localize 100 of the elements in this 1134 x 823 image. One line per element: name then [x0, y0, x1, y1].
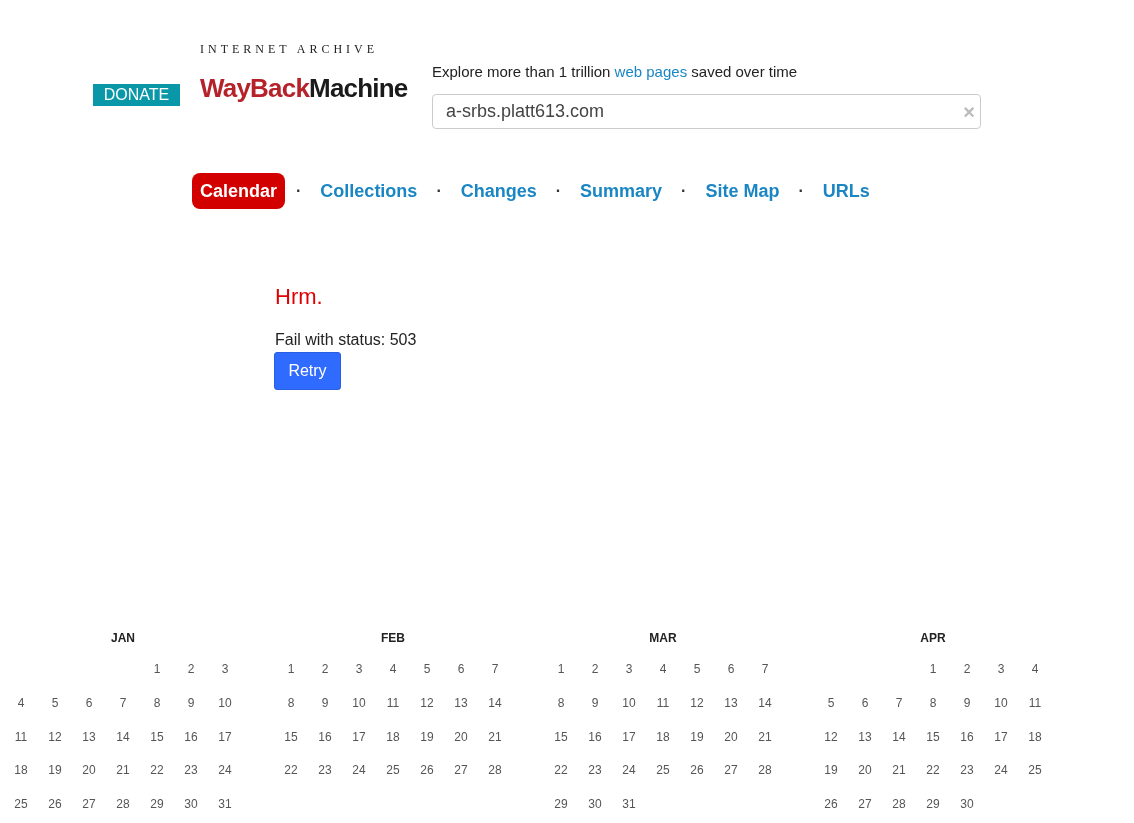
calendar-day[interactable]: 14	[758, 695, 772, 730]
calendar-day[interactable]: 3	[997, 662, 1005, 696]
calendar-day[interactable]: 18	[1028, 729, 1042, 764]
calendar-day[interactable]: 15	[554, 729, 568, 764]
calendar-day[interactable]: 14	[892, 729, 906, 764]
calendar-day[interactable]: 19	[48, 763, 62, 798]
calendar-day[interactable]: 9	[321, 695, 329, 730]
calendar-day[interactable]: 30	[588, 797, 602, 823]
calendar-day[interactable]: 26	[48, 797, 62, 823]
calendar-day[interactable]: 25	[386, 763, 400, 798]
nav-tab[interactable]: Calendar	[192, 173, 286, 209]
calendar-day[interactable]: 27	[82, 797, 96, 823]
calendar-day[interactable]: 10	[352, 695, 366, 730]
calendar-day[interactable]: 10	[622, 695, 636, 730]
calendar-day[interactable]: 16	[960, 729, 974, 764]
nav-tab[interactable]: URLs	[814, 173, 878, 209]
calendar-day[interactable]: 8	[929, 695, 937, 730]
calendar-day[interactable]: 12	[690, 695, 704, 730]
calendar-day[interactable]: 5	[827, 695, 835, 730]
calendar-day[interactable]: 2	[187, 662, 195, 696]
calendar-day[interactable]: 7	[491, 662, 499, 696]
calendar-day[interactable]: 10	[218, 695, 232, 730]
nav-tab[interactable]: Changes	[452, 173, 545, 209]
calendar-day[interactable]: 21	[116, 763, 130, 798]
calendar-day[interactable]: 6	[727, 662, 735, 696]
calendar-day[interactable]: 3	[221, 662, 229, 696]
calendar-day[interactable]: 22	[284, 763, 298, 798]
calendar-day[interactable]: 1	[929, 662, 937, 696]
calendar-day[interactable]: 25	[656, 763, 670, 798]
calendar-day[interactable]: 15	[150, 729, 164, 764]
calendar-day[interactable]: 15	[284, 729, 298, 764]
calendar-day[interactable]: 22	[554, 763, 568, 798]
calendar-day[interactable]: 17	[352, 729, 366, 764]
calendar-day[interactable]: 20	[858, 763, 872, 798]
calendar-day[interactable]: 11	[1028, 695, 1042, 730]
calendar-day[interactable]: 5	[51, 695, 59, 730]
calendar-day[interactable]: 23	[184, 763, 198, 798]
calendar-day[interactable]: 6	[457, 662, 465, 696]
calendar-day[interactable]: 26	[824, 797, 838, 823]
calendar-day[interactable]: 4	[659, 662, 667, 696]
calendar-day[interactable]: 28	[892, 797, 906, 823]
calendar-day[interactable]: 29	[926, 797, 940, 823]
calendar-day[interactable]: 4	[389, 662, 397, 696]
wayback-logo[interactable]: INTERNET ARCHIVE WayBackMachine	[200, 42, 410, 118]
calendar-day[interactable]: 7	[119, 695, 127, 730]
calendar-day[interactable]: 1	[287, 662, 295, 696]
calendar-day[interactable]: 29	[554, 797, 568, 823]
calendar-day[interactable]: 3	[355, 662, 363, 696]
calendar-day[interactable]: 28	[758, 763, 772, 798]
calendar-day[interactable]: 19	[690, 729, 704, 764]
calendar-day[interactable]: 27	[454, 763, 468, 798]
calendar-day[interactable]: 8	[153, 695, 161, 730]
calendar-day[interactable]: 11	[14, 729, 28, 764]
calendar-day[interactable]: 2	[591, 662, 599, 696]
calendar-day[interactable]: 27	[858, 797, 872, 823]
calendar-day[interactable]: 14	[488, 695, 502, 730]
calendar-day[interactable]: 6	[861, 695, 869, 730]
calendar-day[interactable]: 18	[656, 729, 670, 764]
calendar-day[interactable]: 27	[724, 763, 738, 798]
calendar-day[interactable]: 25	[1028, 763, 1042, 798]
nav-tab[interactable]: Site Map	[697, 173, 788, 209]
calendar-day[interactable]: 13	[724, 695, 738, 730]
calendar-day[interactable]: 17	[994, 729, 1008, 764]
calendar-day[interactable]: 3	[625, 662, 633, 696]
calendar-day[interactable]: 26	[690, 763, 704, 798]
calendar-day[interactable]: 1	[153, 662, 161, 696]
retry-button[interactable]: Retry	[274, 352, 341, 390]
calendar-day[interactable]: 9	[187, 695, 195, 730]
calendar-day[interactable]: 23	[588, 763, 602, 798]
calendar-day[interactable]: 7	[761, 662, 769, 696]
search-field[interactable]: a-srbs.platt613.com ×	[432, 94, 981, 129]
calendar-day[interactable]: 19	[824, 763, 838, 798]
calendar-day[interactable]: 12	[824, 729, 838, 764]
calendar-day[interactable]: 11	[656, 695, 670, 730]
calendar-day[interactable]: 30	[184, 797, 198, 823]
calendar-day[interactable]: 22	[926, 763, 940, 798]
calendar-day[interactable]: 4	[1031, 662, 1039, 696]
calendar-day[interactable]: 24	[994, 763, 1008, 798]
web-pages-link[interactable]: web pages	[614, 63, 688, 80]
calendar-day[interactable]: 23	[318, 763, 332, 798]
calendar-day[interactable]: 22	[150, 763, 164, 798]
calendar-day[interactable]: 23	[960, 763, 974, 798]
calendar-day[interactable]: 13	[858, 729, 872, 764]
calendar-day[interactable]: 9	[963, 695, 971, 730]
calendar-day[interactable]: 2	[963, 662, 971, 696]
calendar-day[interactable]: 8	[287, 695, 295, 730]
calendar-day[interactable]: 11	[386, 695, 400, 730]
calendar-day[interactable]: 12	[48, 729, 62, 764]
nav-tab[interactable]: Collections	[312, 173, 426, 209]
calendar-day[interactable]: 14	[116, 729, 130, 764]
calendar-day[interactable]: 31	[218, 797, 232, 823]
calendar-day[interactable]: 13	[82, 729, 96, 764]
calendar-day[interactable]: 1	[557, 662, 565, 696]
calendar-day[interactable]: 17	[218, 729, 232, 764]
calendar-day[interactable]: 18	[14, 763, 28, 798]
calendar-day[interactable]: 16	[318, 729, 332, 764]
calendar-day[interactable]: 5	[693, 662, 701, 696]
calendar-day[interactable]: 20	[82, 763, 96, 798]
calendar-day[interactable]: 16	[588, 729, 602, 764]
calendar-day[interactable]: 9	[591, 695, 599, 730]
